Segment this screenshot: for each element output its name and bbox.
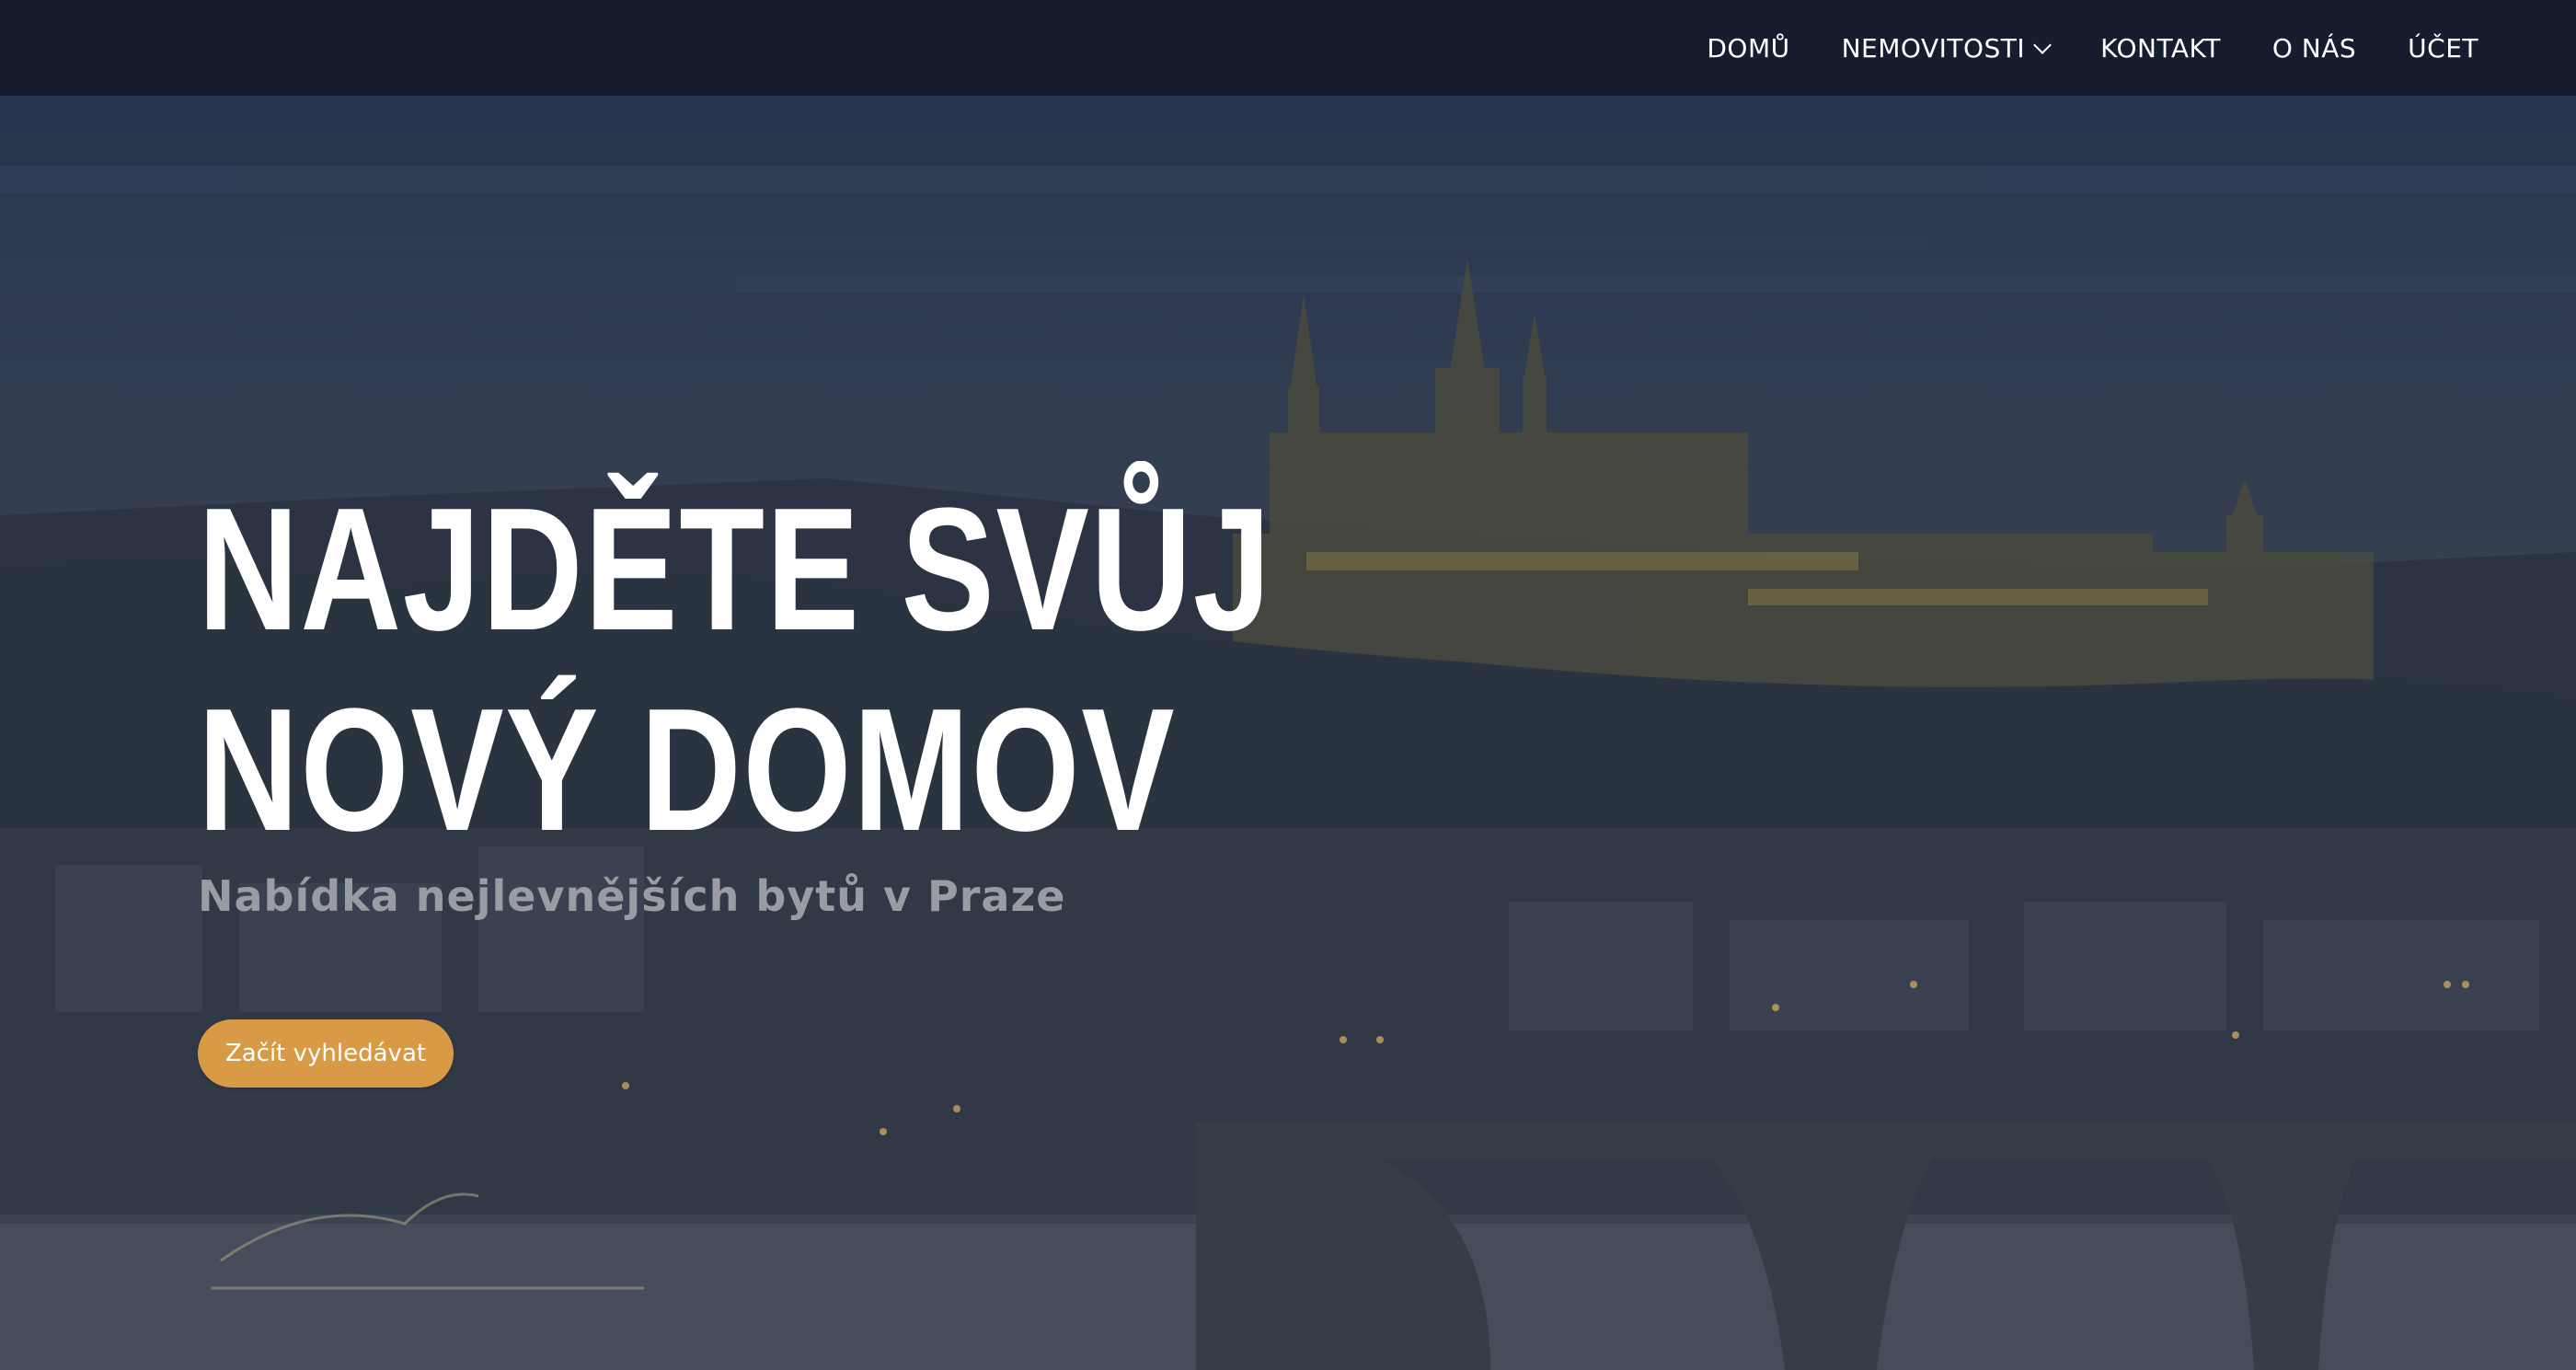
chevron-down-icon: [2033, 36, 2053, 54]
top-navbar: DOMŮ NEMOVITOSTI KONTAKT O NÁS ÚČET: [0, 0, 2576, 96]
hero-title-line-2: NOVÝ DOMOV: [198, 673, 1177, 868]
page: DOMŮ NEMOVITOSTI KONTAKT O NÁS ÚČET NAJD…: [0, 0, 2576, 1370]
hero-title: NAJDĚTE SVŮJ NOVÝ DOMOV: [198, 469, 1271, 870]
hero-section: NAJDĚTE SVŮJ NOVÝ DOMOV Nabídka nejlevně…: [198, 469, 1486, 1088]
hero-title-line-1: NAJDĚTE SVŮJ: [198, 472, 1272, 667]
nav-item-nemovitosti[interactable]: NEMOVITOSTI: [1816, 33, 2076, 63]
nav-item-domu[interactable]: DOMŮ: [1681, 33, 1815, 63]
nav-item-label: O NÁS: [2271, 32, 2357, 63]
main-menu: DOMŮ NEMOVITOSTI KONTAKT O NÁS ÚČET: [1681, 0, 2504, 96]
nav-item-ucet[interactable]: ÚČET: [2382, 33, 2504, 63]
nav-item-label: KONTAKT: [2100, 32, 2221, 63]
hero-subtitle: Nabídka nejlevnějších bytů v Praze: [198, 871, 1066, 921]
nav-item-label: ÚČET: [2408, 32, 2478, 63]
nav-item-kontakt[interactable]: KONTAKT: [2075, 33, 2247, 63]
nav-item-label: DOMŮ: [1707, 32, 1790, 63]
nav-item-o-nas[interactable]: O NÁS: [2247, 33, 2382, 63]
nav-item-label: NEMOVITOSTI: [1841, 32, 2026, 63]
start-search-button[interactable]: Začít vyhledávat: [198, 1019, 454, 1088]
